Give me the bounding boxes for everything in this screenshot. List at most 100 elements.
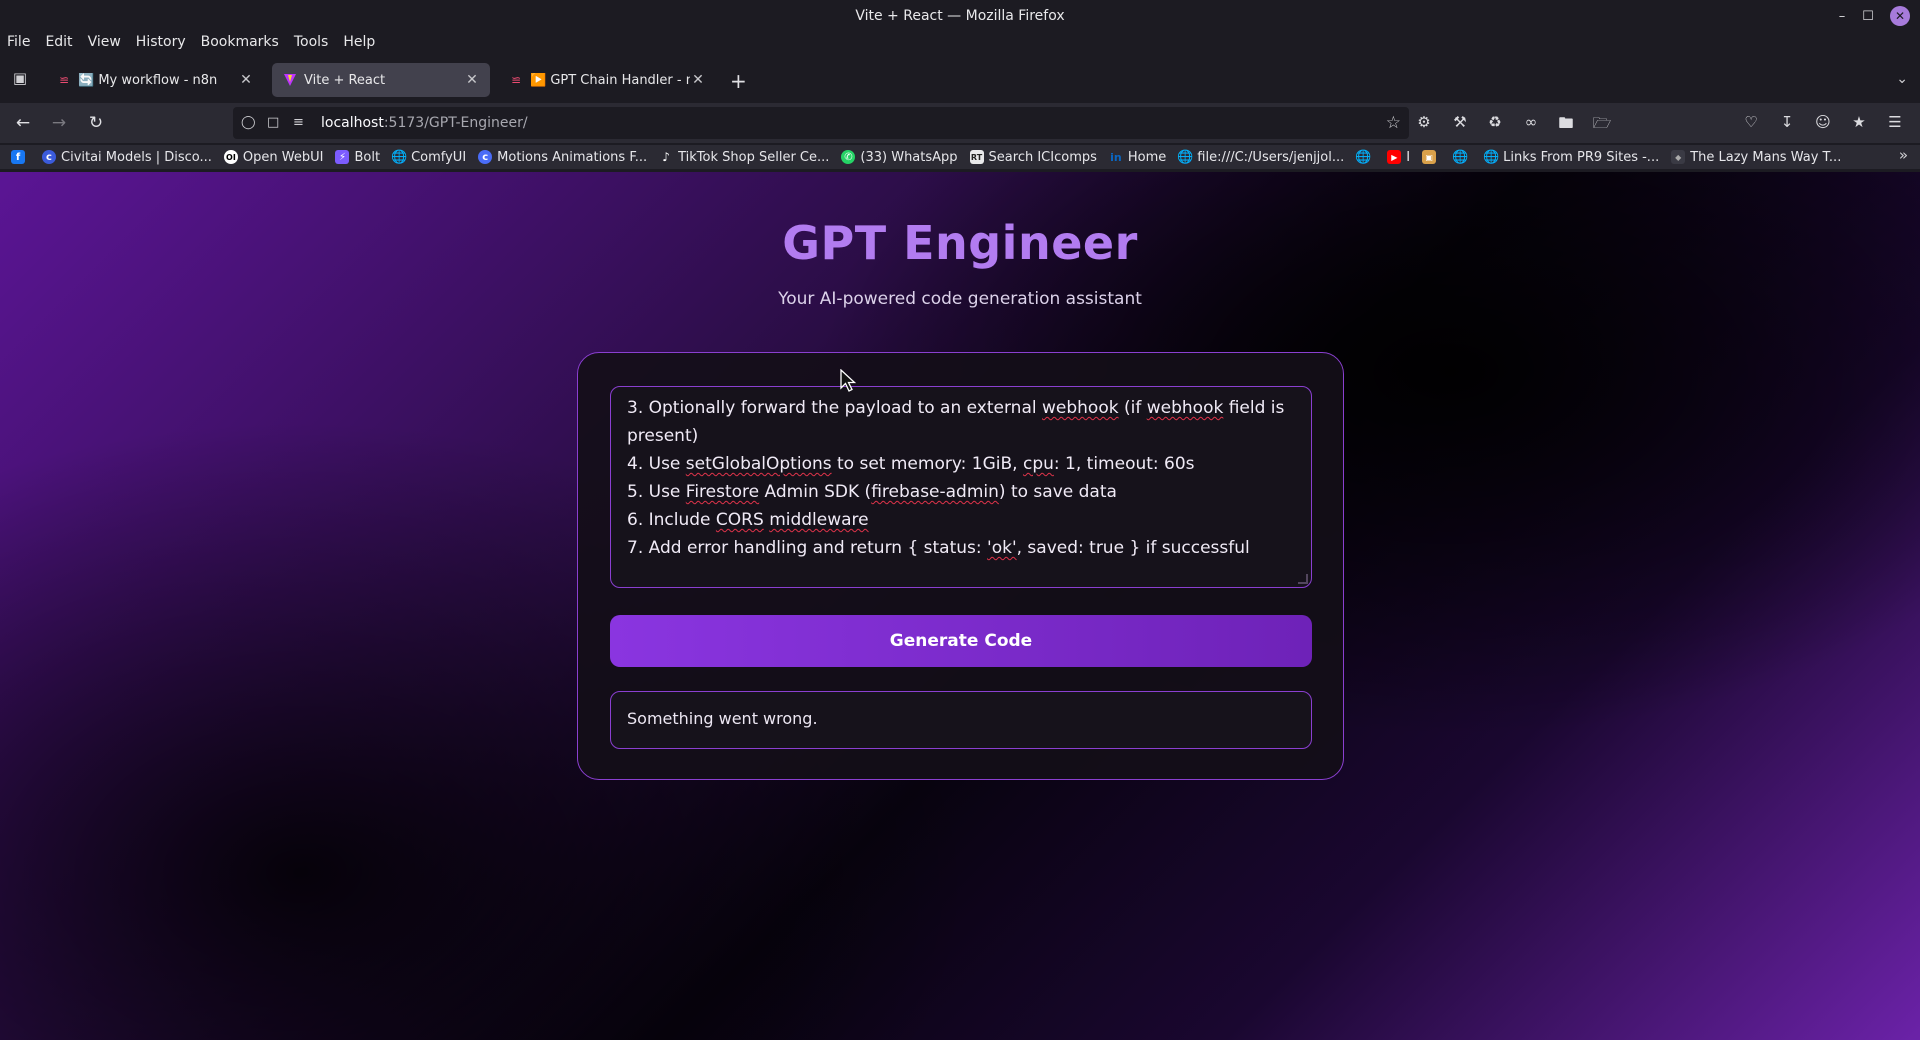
wrench-icon[interactable]: ⚒: [1449, 113, 1471, 131]
bookmark-pr9-links[interactable]: 🌐 Links From PR9 Sites -...: [1483, 149, 1660, 165]
menu-tools[interactable]: Tools: [294, 34, 329, 56]
bolt-icon: ⚡: [335, 150, 350, 164]
tiktok-icon: ♪: [662, 150, 670, 164]
prompt-line: 4. Use setGlobalOptions to set memory: 1…: [627, 454, 1195, 474]
bookmark-label: file:///C:/Users/jenjjol...: [1197, 149, 1345, 165]
bookmark-label: Search ICIcomps: [988, 149, 1097, 165]
whatsapp-icon: ✆: [841, 150, 856, 164]
bookmark-icicomps[interactable]: RT Search ICIcomps: [969, 149, 1097, 165]
url-bar[interactable]: ◯ □ ≡ localhost:5173/GPT-Engineer/ ☆: [233, 107, 1409, 139]
tab-label: Vite + React: [304, 72, 386, 88]
tab-label: ▶️ GPT Chain Handler - n8n: [530, 72, 690, 88]
url-host: localhost: [321, 115, 384, 131]
menu-history[interactable]: History: [136, 34, 186, 56]
bookmark-motions[interactable]: c Motions Animations F...: [478, 150, 647, 165]
tab-gpt-chain-handler[interactable]: ≌ ▶️ GPT Chain Handler - n8n ✕: [498, 63, 716, 97]
globe-icon: 🌐: [1483, 149, 1500, 165]
bookmark-globe[interactable]: 🌐: [1355, 149, 1375, 165]
back-icon[interactable]: ←: [12, 113, 34, 133]
bookmark-label: ComfyUI: [411, 149, 467, 165]
openwebui-icon: OI: [223, 150, 238, 164]
bookmark-civitai[interactable]: c Civitai Models | Disco...: [42, 150, 212, 165]
forward-icon[interactable]: →: [48, 113, 70, 133]
vite-icon: [282, 72, 298, 88]
mouse-cursor-icon: [840, 369, 857, 392]
prompt-line: 5. Use Firestore Admin SDK (firebase-adm…: [627, 482, 1117, 502]
rt-icon: RT: [969, 150, 984, 164]
permissions-icon[interactable]: ≡: [293, 115, 304, 130]
civitai-icon: c: [42, 150, 56, 164]
output-box: Something went wrong.: [610, 691, 1312, 749]
n8n-icon: ≌: [510, 73, 522, 87]
settings-gear-icon[interactable]: ⚙: [1413, 113, 1435, 131]
reload-icon[interactable]: ↻: [85, 113, 107, 133]
image-icon: ▣: [1422, 150, 1437, 164]
bookmark-label: Bolt: [354, 149, 381, 165]
bookmark-bolt[interactable]: ⚡ Bolt: [335, 150, 380, 165]
menu-bar: File Edit View History Bookmarks Tools H…: [0, 34, 390, 56]
bookmark-star-icon[interactable]: ☆: [1386, 113, 1401, 133]
close-tab-icon[interactable]: ✕: [690, 72, 706, 88]
resize-handle-icon[interactable]: [1298, 574, 1308, 584]
pocket-icon[interactable]: ♡: [1740, 113, 1762, 131]
menu-help[interactable]: Help: [343, 34, 375, 56]
folder-open-icon[interactable]: 🗁: [1591, 113, 1613, 138]
globe-icon: 🌐: [1355, 149, 1372, 165]
bookmark-tiktok[interactable]: ♪ TikTok Shop Seller Ce...: [659, 150, 829, 165]
menu-file[interactable]: File: [7, 34, 30, 56]
folder-icon[interactable]: 🖿: [1555, 113, 1577, 138]
bookmark-file[interactable]: 🌐 file:///C:/Users/jenjjol...: [1177, 149, 1345, 165]
bookmark-comfyui[interactable]: 🌐 ComfyUI: [391, 149, 467, 165]
tab-label: 🔄 My workflow - n8n: [78, 72, 218, 88]
new-tab-icon[interactable]: +: [730, 69, 747, 93]
close-tab-icon[interactable]: ✕: [238, 72, 254, 88]
bookmark-label: Open WebUI: [242, 149, 324, 165]
account-icon[interactable]: ☺: [1812, 113, 1834, 131]
generator-card: 3. Optionally forward the payload to an …: [577, 352, 1344, 780]
bookmark-facebook[interactable]: f: [11, 150, 30, 164]
infinity-icon[interactable]: ∞: [1520, 113, 1542, 131]
minimize-icon[interactable]: –: [1832, 6, 1852, 26]
menu-view[interactable]: View: [88, 34, 121, 56]
bookmark-youtube[interactable]: ▶ I: [1387, 150, 1410, 165]
menu-bookmarks[interactable]: Bookmarks: [201, 34, 279, 56]
extension-icon[interactable]: ♻: [1484, 113, 1506, 131]
page-subtitle: Your AI-powered code generation assistan…: [778, 289, 1142, 309]
close-window-icon[interactable]: ✕: [1890, 6, 1910, 26]
facebook-icon: f: [11, 150, 25, 164]
page-title: GPT Engineer: [782, 216, 1138, 270]
tracking-shield-icon[interactable]: ◯: [241, 115, 256, 130]
bookmark-label: Civitai Models | Disco...: [61, 149, 212, 165]
bookmark-label: (33) WhatsApp: [860, 149, 958, 165]
extensions-icon[interactable]: ★: [1848, 113, 1870, 131]
bookmark-globe-2[interactable]: 🌐: [1452, 150, 1472, 165]
bookmark-label: Links From PR9 Sites -...: [1503, 149, 1660, 165]
bookmark-label: Motions Animations F...: [497, 149, 648, 165]
firefox-view-icon[interactable]: ▣: [10, 69, 30, 89]
list-all-tabs-icon[interactable]: ⌄: [1896, 71, 1908, 87]
download-icon[interactable]: ↧: [1776, 113, 1798, 131]
url-text[interactable]: localhost:5173/GPT-Engineer/: [321, 115, 528, 131]
close-tab-icon[interactable]: ✕: [464, 72, 480, 88]
maximize-icon[interactable]: ☐: [1858, 6, 1878, 26]
navigation-bar: ← → ↻ ◯ □ ≡ localhost:5173/GPT-Engineer/…: [0, 103, 1920, 143]
tab-vite-react[interactable]: Vite + React ✕: [272, 63, 490, 97]
prompt-line: 6. Include CORS middleware: [627, 510, 869, 530]
menu-edit[interactable]: Edit: [45, 34, 72, 56]
bookmark-image[interactable]: ▣: [1422, 150, 1441, 164]
bookmark-whatsapp[interactable]: ✆ (33) WhatsApp: [841, 149, 958, 165]
bookmark-label: The Lazy Mans Way T...: [1690, 149, 1842, 165]
page-info-icon[interactable]: □: [267, 115, 279, 130]
generate-code-button[interactable]: Generate Code: [610, 615, 1312, 667]
bookmark-lazy-mans-way[interactable]: ◆ The Lazy Mans Way T...: [1671, 150, 1841, 165]
bookmark-open-webui[interactable]: OI Open WebUI: [223, 149, 324, 165]
bookmarks-overflow-icon[interactable]: »: [1899, 146, 1908, 164]
prompt-textarea[interactable]: 3. Optionally forward the payload to an …: [610, 386, 1312, 588]
linkedin-icon: in: [1110, 150, 1122, 164]
bookmarks-bar: f c Civitai Models | Disco... OI Open WebU…: [0, 145, 1920, 169]
prompt-line: 7. Add error handling and return { statu…: [627, 538, 1250, 558]
bookmark-linkedin-home[interactable]: in Home: [1109, 150, 1166, 165]
hamburger-menu-icon[interactable]: ☰: [1884, 113, 1906, 131]
tab-my-workflow[interactable]: ≌ 🔄 My workflow - n8n ✕: [46, 63, 264, 97]
prompt-line: 3. Optionally forward the payload to an …: [627, 398, 1285, 446]
